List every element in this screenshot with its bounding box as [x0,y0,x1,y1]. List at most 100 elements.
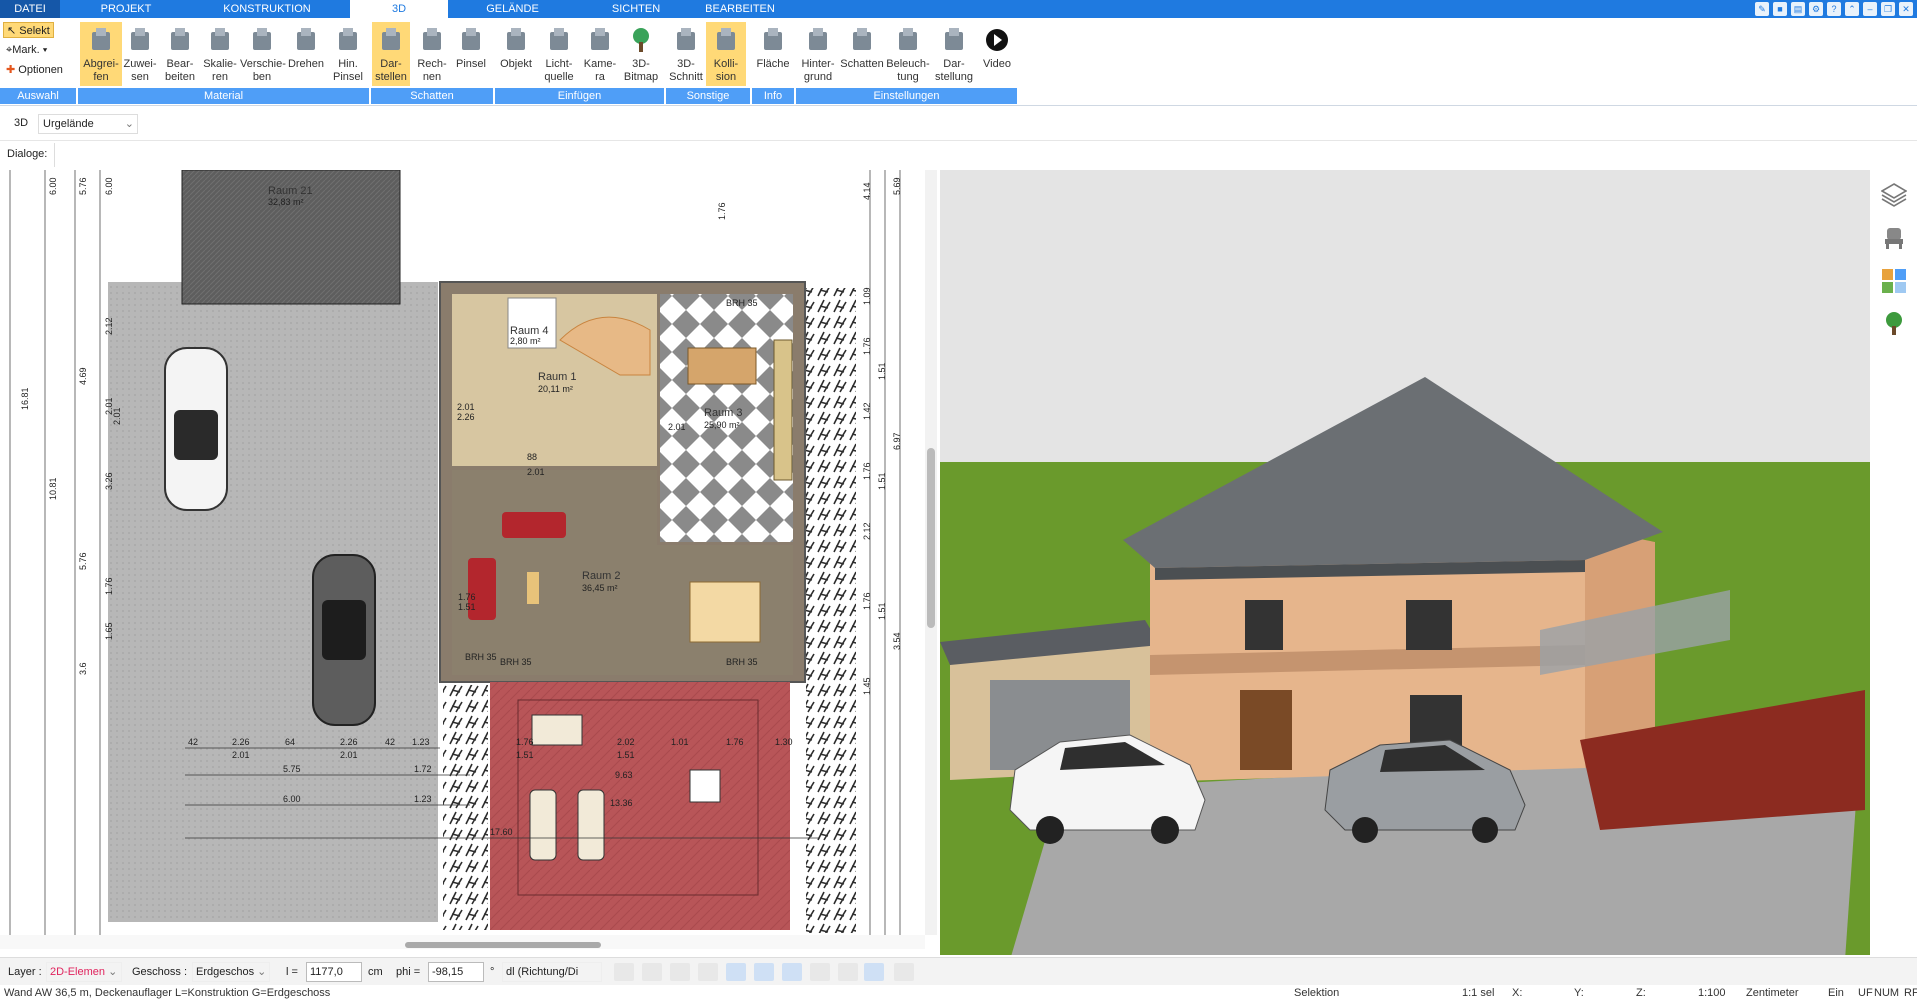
minimize-icon[interactable]: – [1863,2,1877,16]
schatten-button[interactable]: Schatten [840,22,884,86]
darstellen-button[interactable]: Dar-stellen [372,22,410,86]
mark-button[interactable]: ⌖Mark. ▾ [3,42,50,58]
side-table[interactable] [527,572,539,604]
geschoss-select[interactable]: Erdgeschos ⌄ [192,962,270,982]
cube-icon [378,26,404,54]
tab-konstruktion[interactable]: KONSTRUKTION [212,0,322,18]
hintergrund-button[interactable]: Hinter-grund [796,22,840,86]
patio-table[interactable] [689,769,721,803]
room-area: 2,80 m² [510,336,541,346]
group-auswahl: Auswahl [0,88,76,104]
phi-input[interactable]: -98,15 [428,962,484,982]
dimension-label: 1.51 [877,472,887,490]
grid-wave-icon[interactable] [810,963,830,981]
hatch-icon[interactable] [754,963,774,981]
window [1406,600,1452,650]
grid-icon[interactable] [838,963,858,981]
3d-schnitt-button[interactable]: 3D- Schnitt [668,22,704,86]
ribbon-label: Hin. [338,58,358,70]
view-3d[interactable] [940,170,1870,955]
expand-icon[interactable]: ⌃ [1845,2,1859,16]
help-icon[interactable]: ? [1827,2,1841,16]
car-grey[interactable] [312,554,376,726]
horizontal-scrollbar[interactable] [0,935,925,949]
3d-bitmap-button[interactable]: 3D- Bitmap [620,22,662,86]
dining-table[interactable] [689,581,761,643]
group-info: Info [752,88,794,104]
dimension-label: 64 [285,737,295,747]
kitchen-table[interactable] [687,347,757,385]
sofa[interactable] [502,512,566,538]
settings-icon[interactable]: ⚙ [1809,2,1823,16]
scroll-thumb[interactable] [927,448,935,628]
kollision-button[interactable]: Kolli-sion [706,22,746,86]
monitor-icon[interactable] [642,963,662,981]
dimension-label: 1.42 [862,402,872,420]
calculator-icon [419,26,445,54]
sunbed[interactable] [529,789,557,861]
pen-icon[interactable] [726,963,746,981]
tools-icon[interactable]: ✎ [1755,2,1769,16]
ribbon-label: ben [252,71,272,83]
pinsel-button[interactable]: Pinsel [452,22,490,86]
tab-gelaende[interactable]: GELÄNDE [470,0,555,18]
tab-3d[interactable]: 3D [350,0,448,18]
furniture-icon[interactable] [1881,225,1907,251]
select-button[interactable]: ↖ Selekt [3,22,54,38]
materials-icon[interactable] [1881,268,1907,294]
zuweisen-button[interactable]: Zuwei-sen [120,22,160,86]
floor-plan-2d[interactable]: 6.00 5.76 6.00 2.12 4.69 2.01 2.01 3.26 5.76 1.76… [0,170,925,935]
bearbeiten-button[interactable]: Bear-beiten [160,22,200,86]
kamera-button[interactable]: Kame-ra [580,22,620,86]
rechnen-button[interactable]: Rech-nen [412,22,452,86]
darstellung-button[interactable]: Dar-stellung [932,22,976,86]
more-icon[interactable] [894,963,914,981]
beleuchtung-button[interactable]: Beleuch-tung [884,22,932,86]
dimension-label: 42 [188,737,198,747]
layer-select[interactable]: 2D-Elemen ⌄ [46,962,122,982]
tab-datei[interactable]: DATEI [0,0,60,18]
terrain-select[interactable]: Urgelände ⌄ [38,114,138,134]
drehen-button[interactable]: Drehen [285,22,327,86]
objekt-button[interactable]: Objekt [496,22,536,86]
status-bar: Wand AW 36,5 m, Deckenauflager L=Konstru… [0,985,1917,1001]
status-ein: Ein [1828,987,1844,999]
ribbon-label: Bear- [166,58,194,70]
length-input[interactable]: 1177,0 [306,962,362,982]
dimension-label: 1.76 [862,592,872,610]
ribbon-label: Skalie- [203,58,237,70]
video-button[interactable]: Video [976,22,1018,86]
tree-icon[interactable] [1881,310,1907,336]
lichtquelle-button[interactable]: Licht-quelle [538,22,580,86]
options-button[interactable]: ✚ Optionen [3,62,66,78]
kitchen-counter[interactable] [773,339,793,481]
folder-icon[interactable]: ▤ [1791,2,1805,16]
layer-icon[interactable] [698,963,718,981]
dimension-label: 5.75 [283,764,301,774]
direction-select[interactable]: dl (Richtung/Di [502,962,602,982]
restore-icon[interactable]: ❐ [1881,2,1895,16]
skalieren-button[interactable]: Skalie-ren [200,22,240,86]
north-icon[interactable] [864,963,884,981]
sunbed[interactable] [577,789,605,861]
layers-icon[interactable] [1881,182,1907,208]
tab-sichten[interactable]: SICHTEN [598,0,674,18]
collision-icon [713,26,739,54]
close-icon[interactable]: ✕ [1899,2,1913,16]
lounge-chair[interactable] [531,714,583,746]
snap-icon[interactable] [670,963,690,981]
scroll-thumb[interactable] [405,942,601,948]
abgreifen-button[interactable]: Abgrei-fen [80,22,122,86]
dimension-label: 16.81 [20,387,30,410]
verschieben-button[interactable]: Verschie-ben [240,22,286,86]
flaeche-button[interactable]: Fläche [752,22,794,86]
car-white[interactable] [164,347,228,511]
color-icon[interactable]: ■ [1773,2,1787,16]
hin-pinsel-button[interactable]: Hin. Pinsel [328,22,368,86]
clock-icon[interactable] [614,963,634,981]
tab-projekt[interactable]: PROJEKT [86,0,166,18]
fill-icon[interactable] [782,963,802,981]
level-3d-label: 3D [14,117,29,129]
tab-bearbeiten[interactable]: BEARBEITEN [700,0,780,18]
vertical-scrollbar[interactable] [925,170,937,935]
